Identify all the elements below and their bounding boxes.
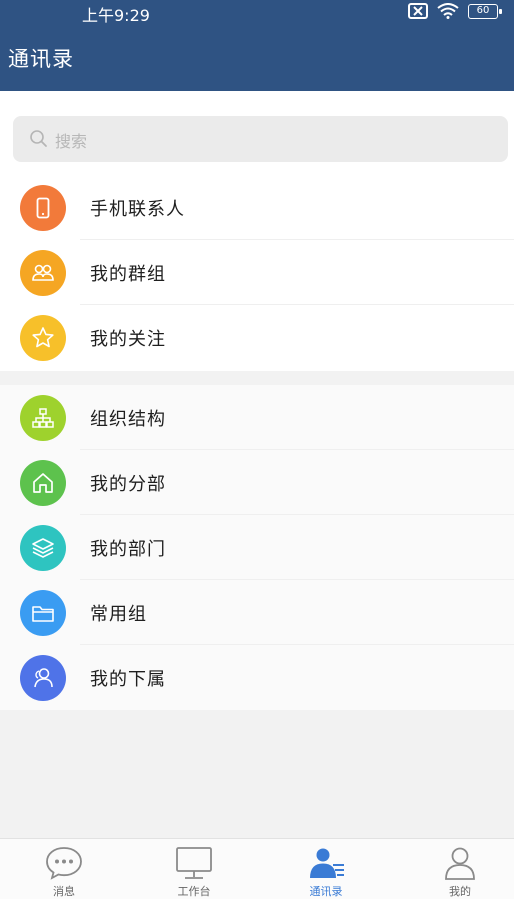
wifi-icon <box>437 3 459 19</box>
list-item-label: 我的关注 <box>90 329 166 350</box>
people-icon <box>20 250 66 296</box>
sim-x-icon <box>408 3 428 19</box>
tab-label: 消息 <box>53 885 75 898</box>
profile-icon <box>445 847 475 880</box>
tab-me[interactable]: 我的 <box>396 839 514 899</box>
search-bar[interactable]: 搜索 <box>13 116 508 162</box>
list-item-my-subordinates[interactable]: 我的下属 <box>0 645 514 710</box>
contact-group-organization: 组织结构 我的分部 我的部门 常用组 我的下属 <box>0 385 514 710</box>
battery-level: 60 <box>476 4 490 16</box>
list-item-common-groups[interactable]: 常用组 <box>0 580 514 645</box>
contact-group-primary: 手机联系人 我的群组 我的关注 <box>0 175 514 371</box>
subordinate-icon <box>20 655 66 701</box>
status-time: 上午9:29 <box>82 6 150 25</box>
list-item-my-groups[interactable]: 我的群组 <box>0 240 514 305</box>
contacts-content: 搜索 手机联系人 我的群组 我的关注 组织结构 我的分部 我的部门 常用组 我的… <box>0 91 514 838</box>
tab-label: 我的 <box>449 885 471 898</box>
list-item-label: 组织结构 <box>90 409 166 430</box>
org-chart-icon <box>20 395 66 441</box>
layers-icon <box>20 525 66 571</box>
list-item-my-department[interactable]: 我的部门 <box>0 515 514 580</box>
list-item-label: 我的部门 <box>90 539 166 560</box>
tab-workbench[interactable]: 工作台 <box>130 839 258 899</box>
bottom-tab-bar: 消息 工作台 通讯录 我的 <box>0 838 514 899</box>
list-item-my-follows[interactable]: 我的关注 <box>0 305 514 370</box>
list-item-label: 我的群组 <box>90 264 166 285</box>
search-section: 搜索 <box>0 91 514 175</box>
phone-icon <box>20 185 66 231</box>
list-item-label: 我的分部 <box>90 474 166 495</box>
tab-messages[interactable]: 消息 <box>0 839 128 899</box>
page-title: 通讯录 <box>8 47 74 71</box>
workbench-icon <box>176 847 212 879</box>
battery-icon: 60 <box>468 3 502 19</box>
app-header: 上午9:29 60 通讯录 <box>0 0 514 91</box>
list-item-my-branch[interactable]: 我的分部 <box>0 450 514 515</box>
status-bar: 上午9:29 60 <box>0 0 514 25</box>
message-icon <box>46 847 82 880</box>
list-item-label: 常用组 <box>90 604 147 625</box>
tab-label: 通讯录 <box>309 885 343 898</box>
list-item-label: 我的下属 <box>90 669 166 690</box>
tab-contacts[interactable]: 通讯录 <box>262 839 390 899</box>
tab-label: 工作台 <box>177 885 211 898</box>
list-item-org-structure[interactable]: 组织结构 <box>0 385 514 450</box>
home-icon <box>20 460 66 506</box>
search-input[interactable]: 搜索 <box>55 128 87 152</box>
search-icon <box>30 130 47 147</box>
list-item-phone-contacts[interactable]: 手机联系人 <box>0 175 514 240</box>
star-icon <box>20 315 66 361</box>
list-item-label: 手机联系人 <box>90 199 185 220</box>
contacts-icon <box>310 848 344 878</box>
folder-icon <box>20 590 66 636</box>
status-icons: 60 <box>408 3 502 19</box>
